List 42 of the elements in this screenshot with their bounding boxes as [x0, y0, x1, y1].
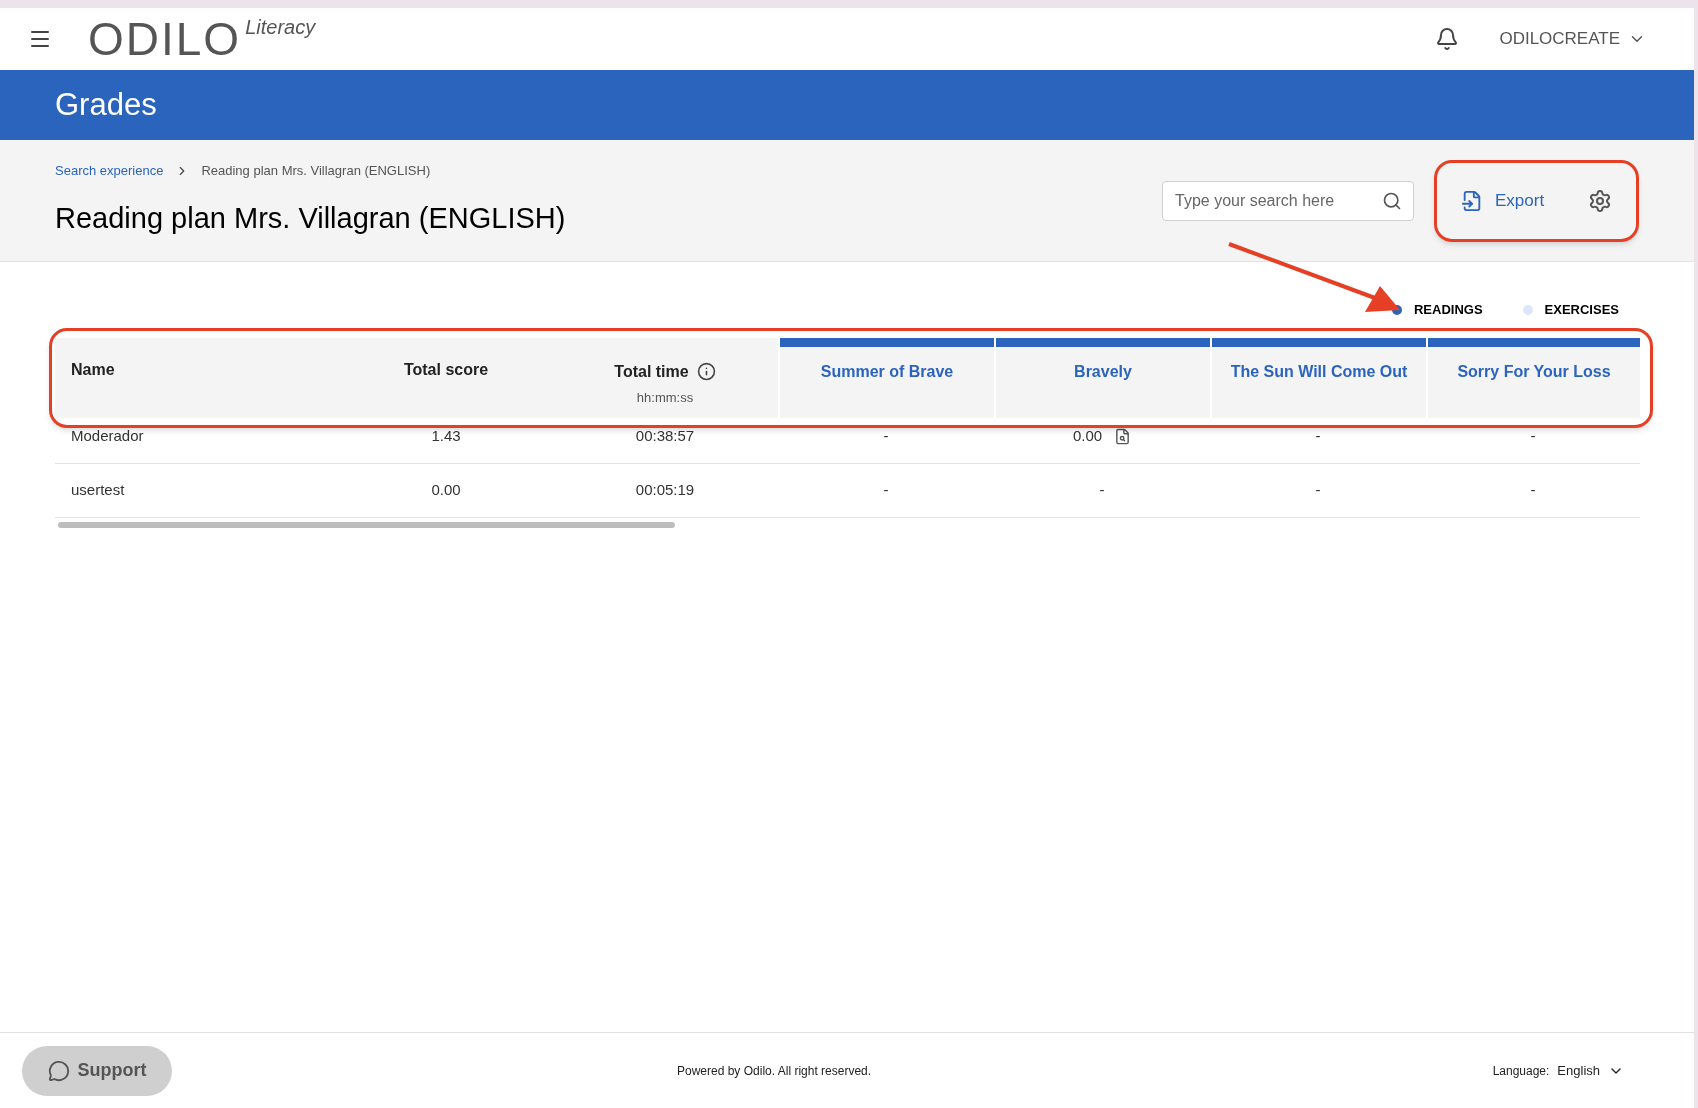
support-button[interactable]: Support — [22, 1045, 172, 1096]
column-header[interactable]: Bravely — [994, 337, 1210, 418]
table-cell-text: - — [883, 479, 889, 500]
column-header: Name — [71, 359, 115, 380]
user-menu[interactable]: ODILOCREATE — [1499, 26, 1646, 52]
table-cell-text: 1.43 — [431, 425, 461, 446]
settings-icon[interactable] — [1588, 188, 1612, 213]
table-cell-text: - — [1315, 425, 1321, 446]
table-cell-text: - — [1099, 479, 1105, 500]
table-cell-text: 0.00 — [1072, 425, 1103, 446]
table-cell-text: - — [1530, 425, 1536, 446]
copyright-text: Powered by Odilo. All right reserved. — [677, 1062, 872, 1080]
export-icon — [1461, 189, 1483, 212]
column-header: Total score — [403, 359, 489, 380]
chat-bubble-icon — [47, 1059, 70, 1082]
table-cell-text: 00:05:19 — [635, 479, 695, 500]
column-header: Total time — [614, 361, 689, 382]
table-cell-text: - — [1315, 479, 1321, 500]
column-header[interactable]: The Sun Will Come Out — [1210, 337, 1426, 418]
search-field[interactable]: Type your search here — [1162, 180, 1414, 221]
language-label: Language: — [1492, 1062, 1550, 1080]
table-cell-text: - — [883, 425, 889, 446]
report-icon[interactable] — [1114, 427, 1132, 445]
breadcrumb-current: Reading plan Mrs. Villagran (ENGLISH) — [201, 162, 431, 180]
table-cell-text: 0.00 — [431, 479, 461, 500]
table-cell-text: usertest — [71, 479, 125, 500]
language-select[interactable]: English — [1557, 1060, 1624, 1081]
breadcrumb-link[interactable]: Search experience — [55, 161, 164, 181]
search-icon[interactable] — [1382, 190, 1402, 211]
table-cell-text: - — [1530, 479, 1536, 500]
legend-label: EXERCISES — [1544, 301, 1619, 319]
table-cell-text: Moderador — [71, 425, 144, 446]
column-header[interactable]: Sorry For Your Loss — [1426, 337, 1640, 418]
notification-bell-icon[interactable] — [1435, 27, 1460, 51]
export-button[interactable]: Export — [1461, 187, 1545, 214]
legend-label: READINGS — [1413, 301, 1483, 319]
info-icon[interactable] — [696, 362, 716, 382]
page-title: Reading plan Mrs. Villagran (ENGLISH) — [55, 200, 566, 236]
table-cell-text: 00:38:57 — [635, 425, 695, 446]
column-header[interactable]: Summer of Brave — [778, 337, 994, 418]
banner-title: Grades — [55, 85, 157, 124]
column-subheader: hh:mm:ss — [636, 388, 694, 407]
